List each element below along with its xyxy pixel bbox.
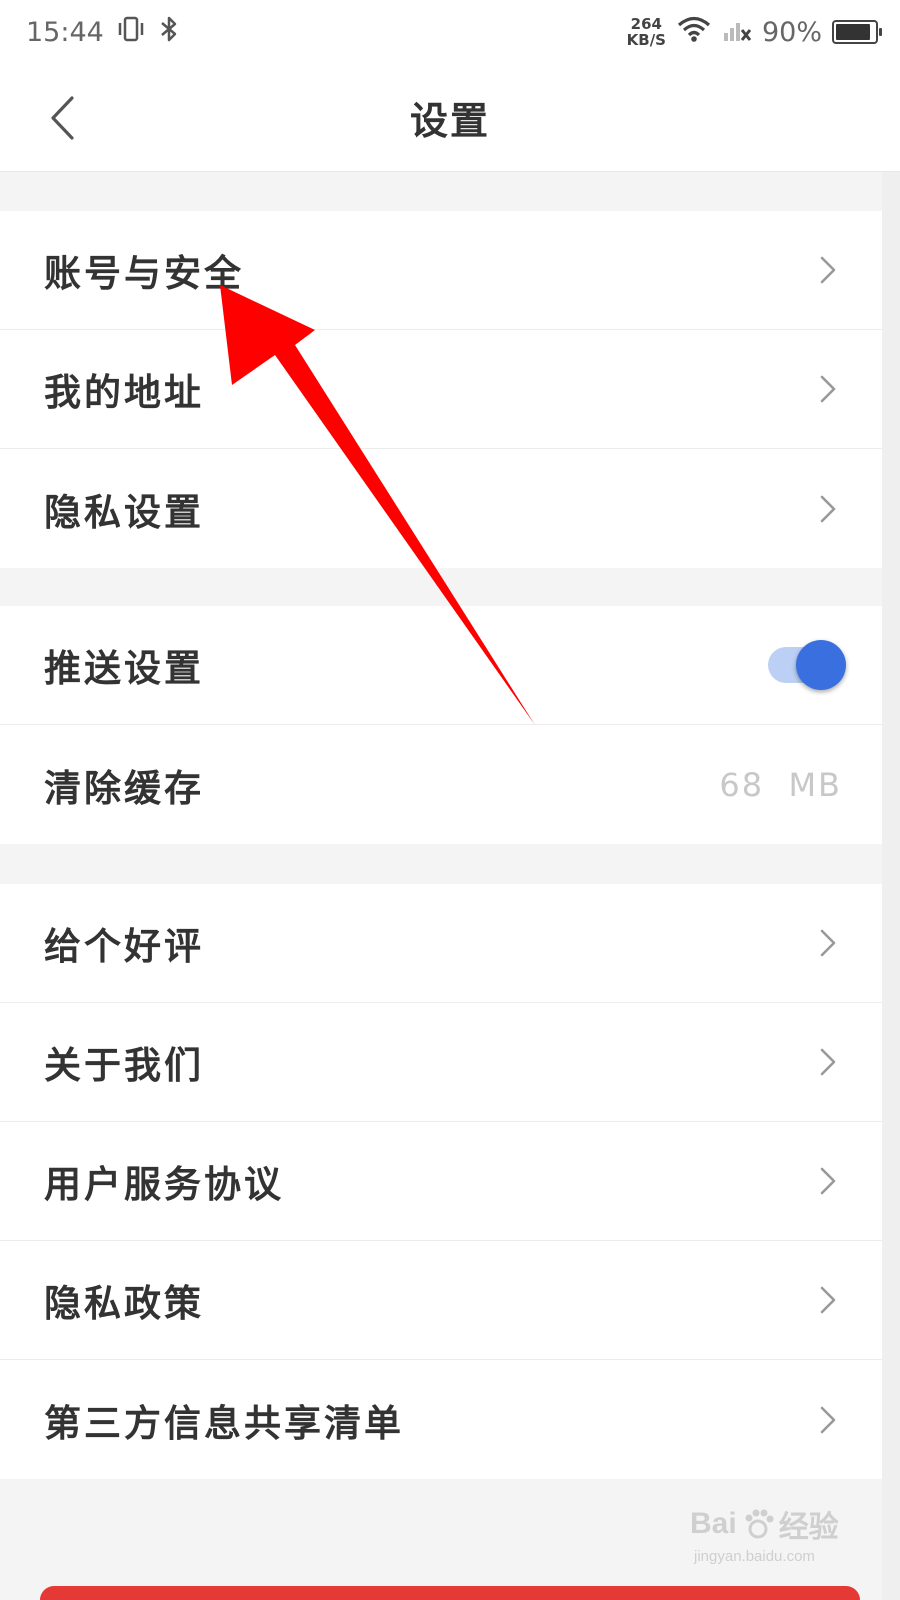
network-speed: 264 KB/S	[627, 16, 666, 48]
settings-item-label: 我的地址	[44, 371, 204, 414]
settings-item-about-us[interactable]: 关于我们	[0, 1003, 882, 1122]
chevron-right-icon	[820, 256, 836, 284]
settings-item-label: 第三方信息共享清单	[44, 1401, 404, 1445]
settings-item-account-security[interactable]: 账号与安全	[0, 211, 882, 330]
chevron-right-icon	[820, 1048, 836, 1076]
watermark: Bai 经验 jingyan.baidu.com	[690, 1502, 880, 1582]
battery-level-fill	[836, 24, 871, 40]
signal-icon	[722, 15, 752, 50]
chevron-right-icon	[820, 375, 836, 403]
settings-item-privacy-settings[interactable]: 隐私设置	[0, 449, 882, 568]
settings-group-account: 账号与安全 我的地址 隐私设置	[0, 211, 882, 568]
settings-item-my-address[interactable]: 我的地址	[0, 330, 882, 449]
settings-item-label: 用户服务协议	[44, 1163, 284, 1206]
settings-group-about: 给个好评 关于我们 用户服务协议 隐私政策 第三方信息共享清单	[0, 884, 882, 1479]
battery-icon	[832, 20, 882, 44]
watermark-brand: Bai	[690, 1507, 737, 1540]
settings-item-third-party-sharing[interactable]: 第三方信息共享清单	[0, 1360, 882, 1479]
cache-size-value: 68 MB	[719, 765, 842, 804]
settings-item-privacy-policy[interactable]: 隐私政策	[0, 1241, 882, 1360]
settings-item-label: 关于我们	[44, 1044, 204, 1087]
settings-item-label: 账号与安全	[44, 252, 244, 295]
settings-item-label: 隐私设置	[44, 490, 204, 534]
back-button[interactable]	[40, 90, 84, 146]
logout-button[interactable]	[40, 1586, 860, 1600]
settings-item-clear-cache[interactable]: 清除缓存 68 MB	[0, 725, 882, 844]
chevron-right-icon	[820, 929, 836, 957]
chevron-right-icon	[820, 1406, 836, 1433]
network-speed-value: 264	[630, 15, 662, 33]
paw-icon	[745, 1509, 774, 1539]
settings-item-push: 推送设置	[0, 606, 882, 725]
chevron-right-icon	[820, 1286, 836, 1314]
toggle-knob	[796, 640, 846, 690]
status-time: 15:44	[26, 16, 104, 48]
battery-percent: 90%	[761, 16, 822, 48]
settings-item-label: 给个好评	[44, 925, 204, 968]
status-bar: 15:44 264 KB/S 90%	[0, 0, 900, 64]
settings-item-label: 清除缓存	[44, 766, 204, 810]
settings-item-user-agreement[interactable]: 用户服务协议	[0, 1122, 882, 1241]
wifi-icon	[676, 15, 712, 50]
vibrate-icon	[118, 15, 144, 50]
settings-item-label: 推送设置	[44, 647, 204, 690]
chevron-left-icon	[51, 96, 74, 140]
chevron-right-icon	[820, 495, 836, 522]
settings-item-rate-us[interactable]: 给个好评	[0, 884, 882, 1003]
chevron-right-icon	[820, 1167, 836, 1195]
settings-item-label: 隐私政策	[44, 1282, 204, 1325]
settings-group-app: 推送设置 清除缓存 68 MB	[0, 606, 882, 844]
network-speed-unit: KB/S	[626, 31, 666, 49]
header: 设置	[0, 64, 900, 172]
watermark-brand-suffix: 经验	[778, 1511, 839, 1544]
page-title: 设置	[409, 99, 490, 143]
bluetooth-icon	[158, 15, 180, 50]
watermark-url: jingyan.baidu.com	[694, 1548, 815, 1565]
scroll-edge	[882, 172, 900, 1600]
push-toggle[interactable]	[768, 640, 846, 690]
